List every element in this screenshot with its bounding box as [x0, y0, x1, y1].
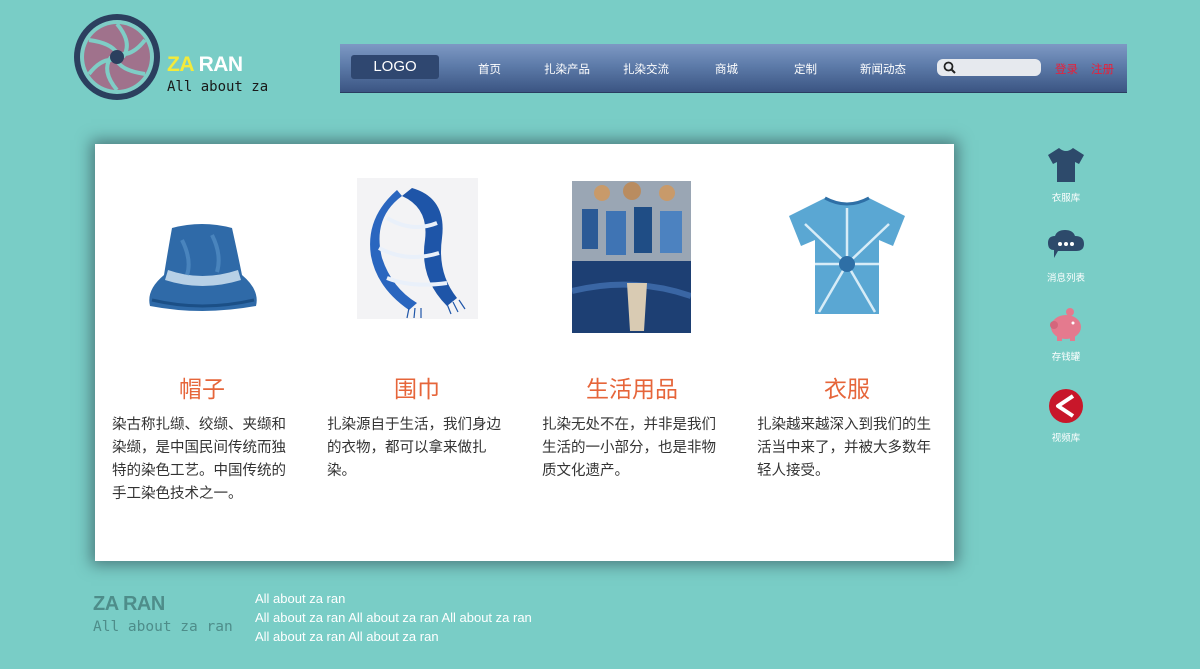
nav-item-exchange[interactable]: 扎染交流	[623, 61, 669, 77]
product-title[interactable]: 围巾	[327, 370, 507, 404]
tshirt-icon	[1048, 148, 1084, 182]
brand-tagline: All about za	[167, 79, 269, 95]
sidebar-item-label: 视频库	[1051, 433, 1081, 444]
product-title[interactable]: 生活用品	[542, 370, 722, 404]
nav-item-products[interactable]: 扎染产品	[544, 61, 590, 77]
top-navbar: LOGO 首页 扎染产品 扎染交流 商城 定制 新闻动态 登录 注册	[340, 44, 1127, 93]
daily-goods-image[interactable]	[572, 181, 691, 333]
sidebar-item-label: 衣服库	[1051, 193, 1081, 204]
product-description: 扎染无处不在，并非是我们生活的一小部分，也是非物质文化遗产。	[542, 417, 716, 479]
sidebar-item-clothes-library[interactable]: 衣服库	[1036, 146, 1096, 204]
nav-item-custom[interactable]: 定制	[794, 61, 817, 77]
search-input[interactable]	[959, 59, 1037, 76]
footer-line: All about za ran All about za ran All ab…	[255, 610, 532, 625]
register-link[interactable]: 注册	[1091, 61, 1114, 77]
sidebar-item-messages[interactable]: 消息列表	[1036, 228, 1096, 284]
product-card-panel: 帽子 染古称扎缬、绞缬、夹缬和染缬，是中国民间传统而独特的染色工艺。中国传统的手…	[95, 144, 954, 561]
product-description: 扎染源自于生活，我们身边的衣物，都可以拿来做扎染。	[327, 417, 501, 479]
sidebar-item-label: 存钱罐	[1051, 352, 1081, 363]
back-arrow-icon	[1049, 389, 1083, 423]
product-title[interactable]: 衣服	[757, 370, 937, 404]
search-icon[interactable]	[943, 61, 956, 74]
login-link[interactable]: 登录	[1055, 61, 1078, 77]
brand-logo[interactable]	[73, 13, 161, 101]
brand-ran: RAN	[198, 53, 244, 76]
aperture-logo-icon	[74, 14, 160, 100]
nav-item-news[interactable]: 新闻动态	[860, 61, 906, 77]
scarf-image[interactable]	[357, 178, 478, 319]
footer-tagline: All about za ran	[93, 619, 233, 635]
product-title[interactable]: 帽子	[112, 370, 292, 404]
footer-brand: ZA RAN	[93, 593, 165, 615]
sidebar-item-label: 消息列表	[1046, 273, 1085, 284]
sidebar-item-piggy-bank[interactable]: 存钱罐	[1036, 307, 1096, 363]
nav-item-home[interactable]: 首页	[478, 61, 501, 77]
footer-line: All about za ran All about za ran	[255, 629, 439, 644]
nav-item-mall[interactable]: 商城	[715, 61, 738, 77]
brand-title: ZA RAN	[167, 53, 243, 77]
piggy-bank-icon	[1050, 308, 1081, 341]
search-box	[937, 59, 1041, 76]
product-description: 扎染越来越深入到我们的生活当中来了，并被大多数年轻人接受。	[757, 417, 931, 479]
nav-logo-button[interactable]: LOGO	[351, 55, 439, 79]
tshirt-image[interactable]	[785, 194, 909, 316]
hat-image[interactable]	[142, 220, 264, 314]
product-description: 染古称扎缬、绞缬、夹缬和染缬，是中国民间传统而独特的染色工艺。中国传统的手工染色…	[112, 417, 286, 502]
chat-bubble-icon	[1048, 230, 1084, 258]
footer-line: All about za ran	[255, 591, 346, 606]
brand-za: ZA	[167, 53, 194, 76]
sidebar-item-video-library[interactable]: 视频库	[1036, 388, 1096, 444]
